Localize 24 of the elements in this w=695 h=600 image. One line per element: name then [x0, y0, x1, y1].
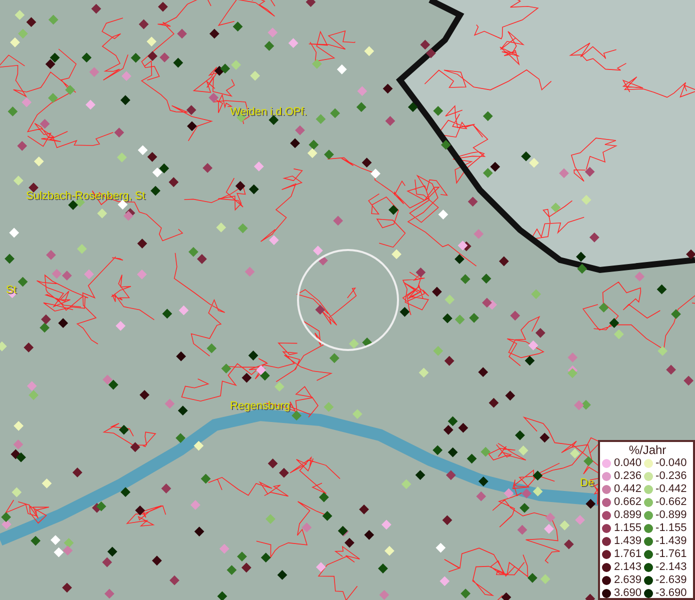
legend-value: 1.761 [614, 548, 642, 561]
legend-value: -1.155 [656, 522, 687, 535]
legend-value: -0.899 [656, 509, 687, 522]
place-label: St [6, 284, 16, 297]
legend-value: 2.143 [614, 561, 642, 574]
legend-value: 1.439 [614, 535, 642, 548]
legend-value: -2.639 [656, 574, 687, 587]
legend-value: 0.040 [614, 457, 642, 470]
legend-value: 0.899 [614, 509, 642, 522]
legend-value: -0.662 [656, 496, 687, 509]
legend-value: -0.442 [656, 483, 687, 496]
legend-value: 0.442 [614, 483, 642, 496]
legend-value: -0.236 [656, 470, 687, 483]
legend-value: -3.690 [656, 587, 687, 600]
legend-value: 0.236 [614, 470, 642, 483]
legend-value: 2.639 [614, 574, 642, 587]
legend-value: 0.662 [614, 496, 642, 509]
legend-title: %/Jahr [628, 443, 668, 457]
legend-value: -1.761 [656, 548, 687, 561]
legend-value: -0.040 [656, 457, 687, 470]
legend-value: 1.155 [614, 522, 642, 535]
legend-value: -2.143 [656, 561, 687, 574]
legend-value: -1.439 [656, 535, 687, 548]
legend-value: 3.690 [614, 587, 642, 600]
